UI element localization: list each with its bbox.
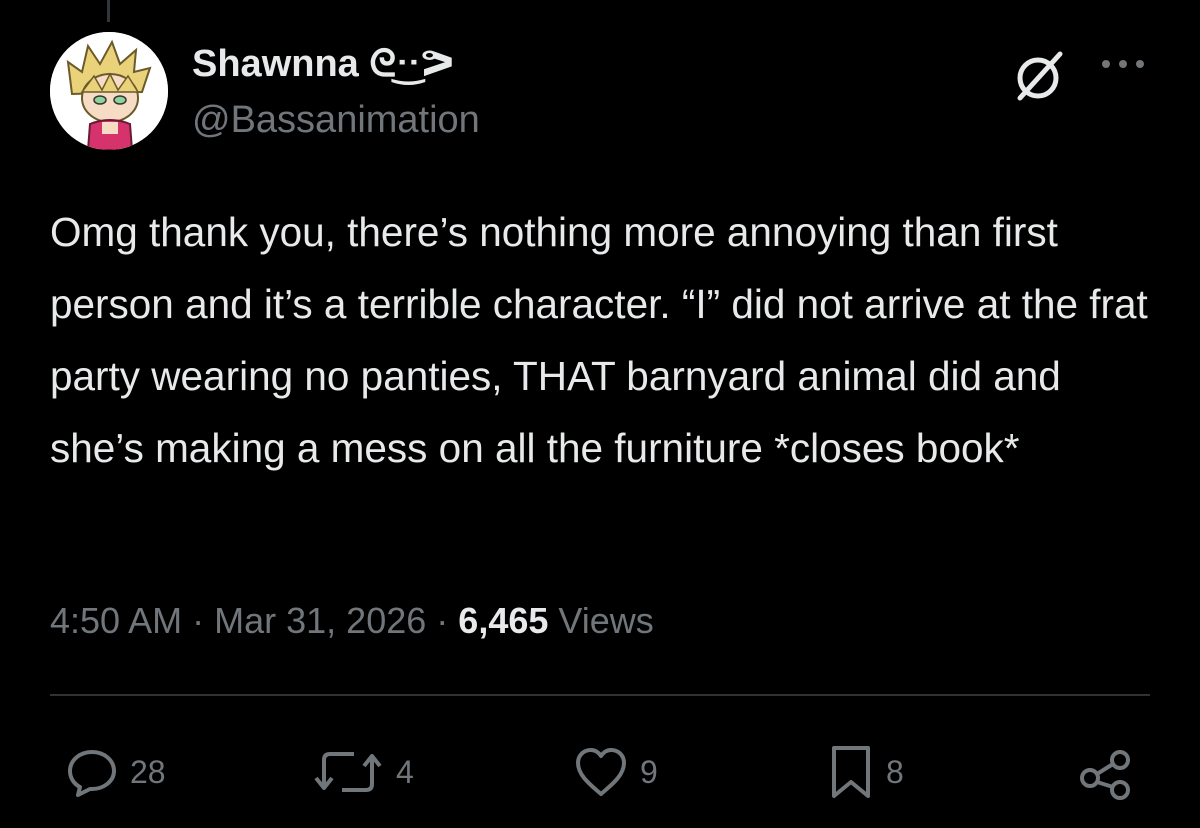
like-icon: [576, 748, 626, 796]
repost-icon: [314, 752, 382, 792]
bookmark-icon: [832, 746, 870, 798]
reply-icon: [68, 750, 116, 797]
more-options-icon[interactable]: [1098, 52, 1148, 76]
tweet-date[interactable]: Mar 31, 2026: [214, 600, 426, 641]
tweet-metadata: 4:50 AM · Mar 31, 2026 · 6,465 Views: [50, 595, 654, 647]
reply-count: 28: [130, 753, 166, 790]
repost-count: 4: [396, 753, 414, 790]
author-display-name[interactable]: Shawnna ᘓᐧ͜ᐧᕗ: [192, 40, 455, 88]
avatar-image: [50, 32, 168, 150]
share-icon: [1080, 750, 1130, 800]
views-label: Views: [558, 600, 654, 641]
reply-button[interactable]: 28: [64, 742, 166, 802]
share-button[interactable]: [1076, 742, 1136, 802]
author-handle[interactable]: @Bassanimation: [192, 96, 480, 144]
grok-icon[interactable]: [1010, 46, 1070, 106]
tweet-time[interactable]: 4:50 AM: [50, 600, 182, 641]
tweet-text: Omg thank you, there’s nothing more anno…: [50, 209, 1148, 471]
bookmark-count: 8: [886, 753, 904, 790]
divider: [50, 694, 1150, 696]
avatar[interactable]: [50, 32, 168, 150]
like-count: 9: [640, 753, 658, 790]
repost-button[interactable]: 4: [310, 742, 414, 802]
bookmark-button[interactable]: 8: [826, 742, 904, 802]
thread-connector-line: [107, 0, 110, 22]
meta-separator: ·: [192, 600, 205, 641]
like-button[interactable]: 9: [572, 742, 658, 802]
meta-separator: ·: [436, 600, 449, 641]
views-count: 6,465: [458, 600, 549, 641]
